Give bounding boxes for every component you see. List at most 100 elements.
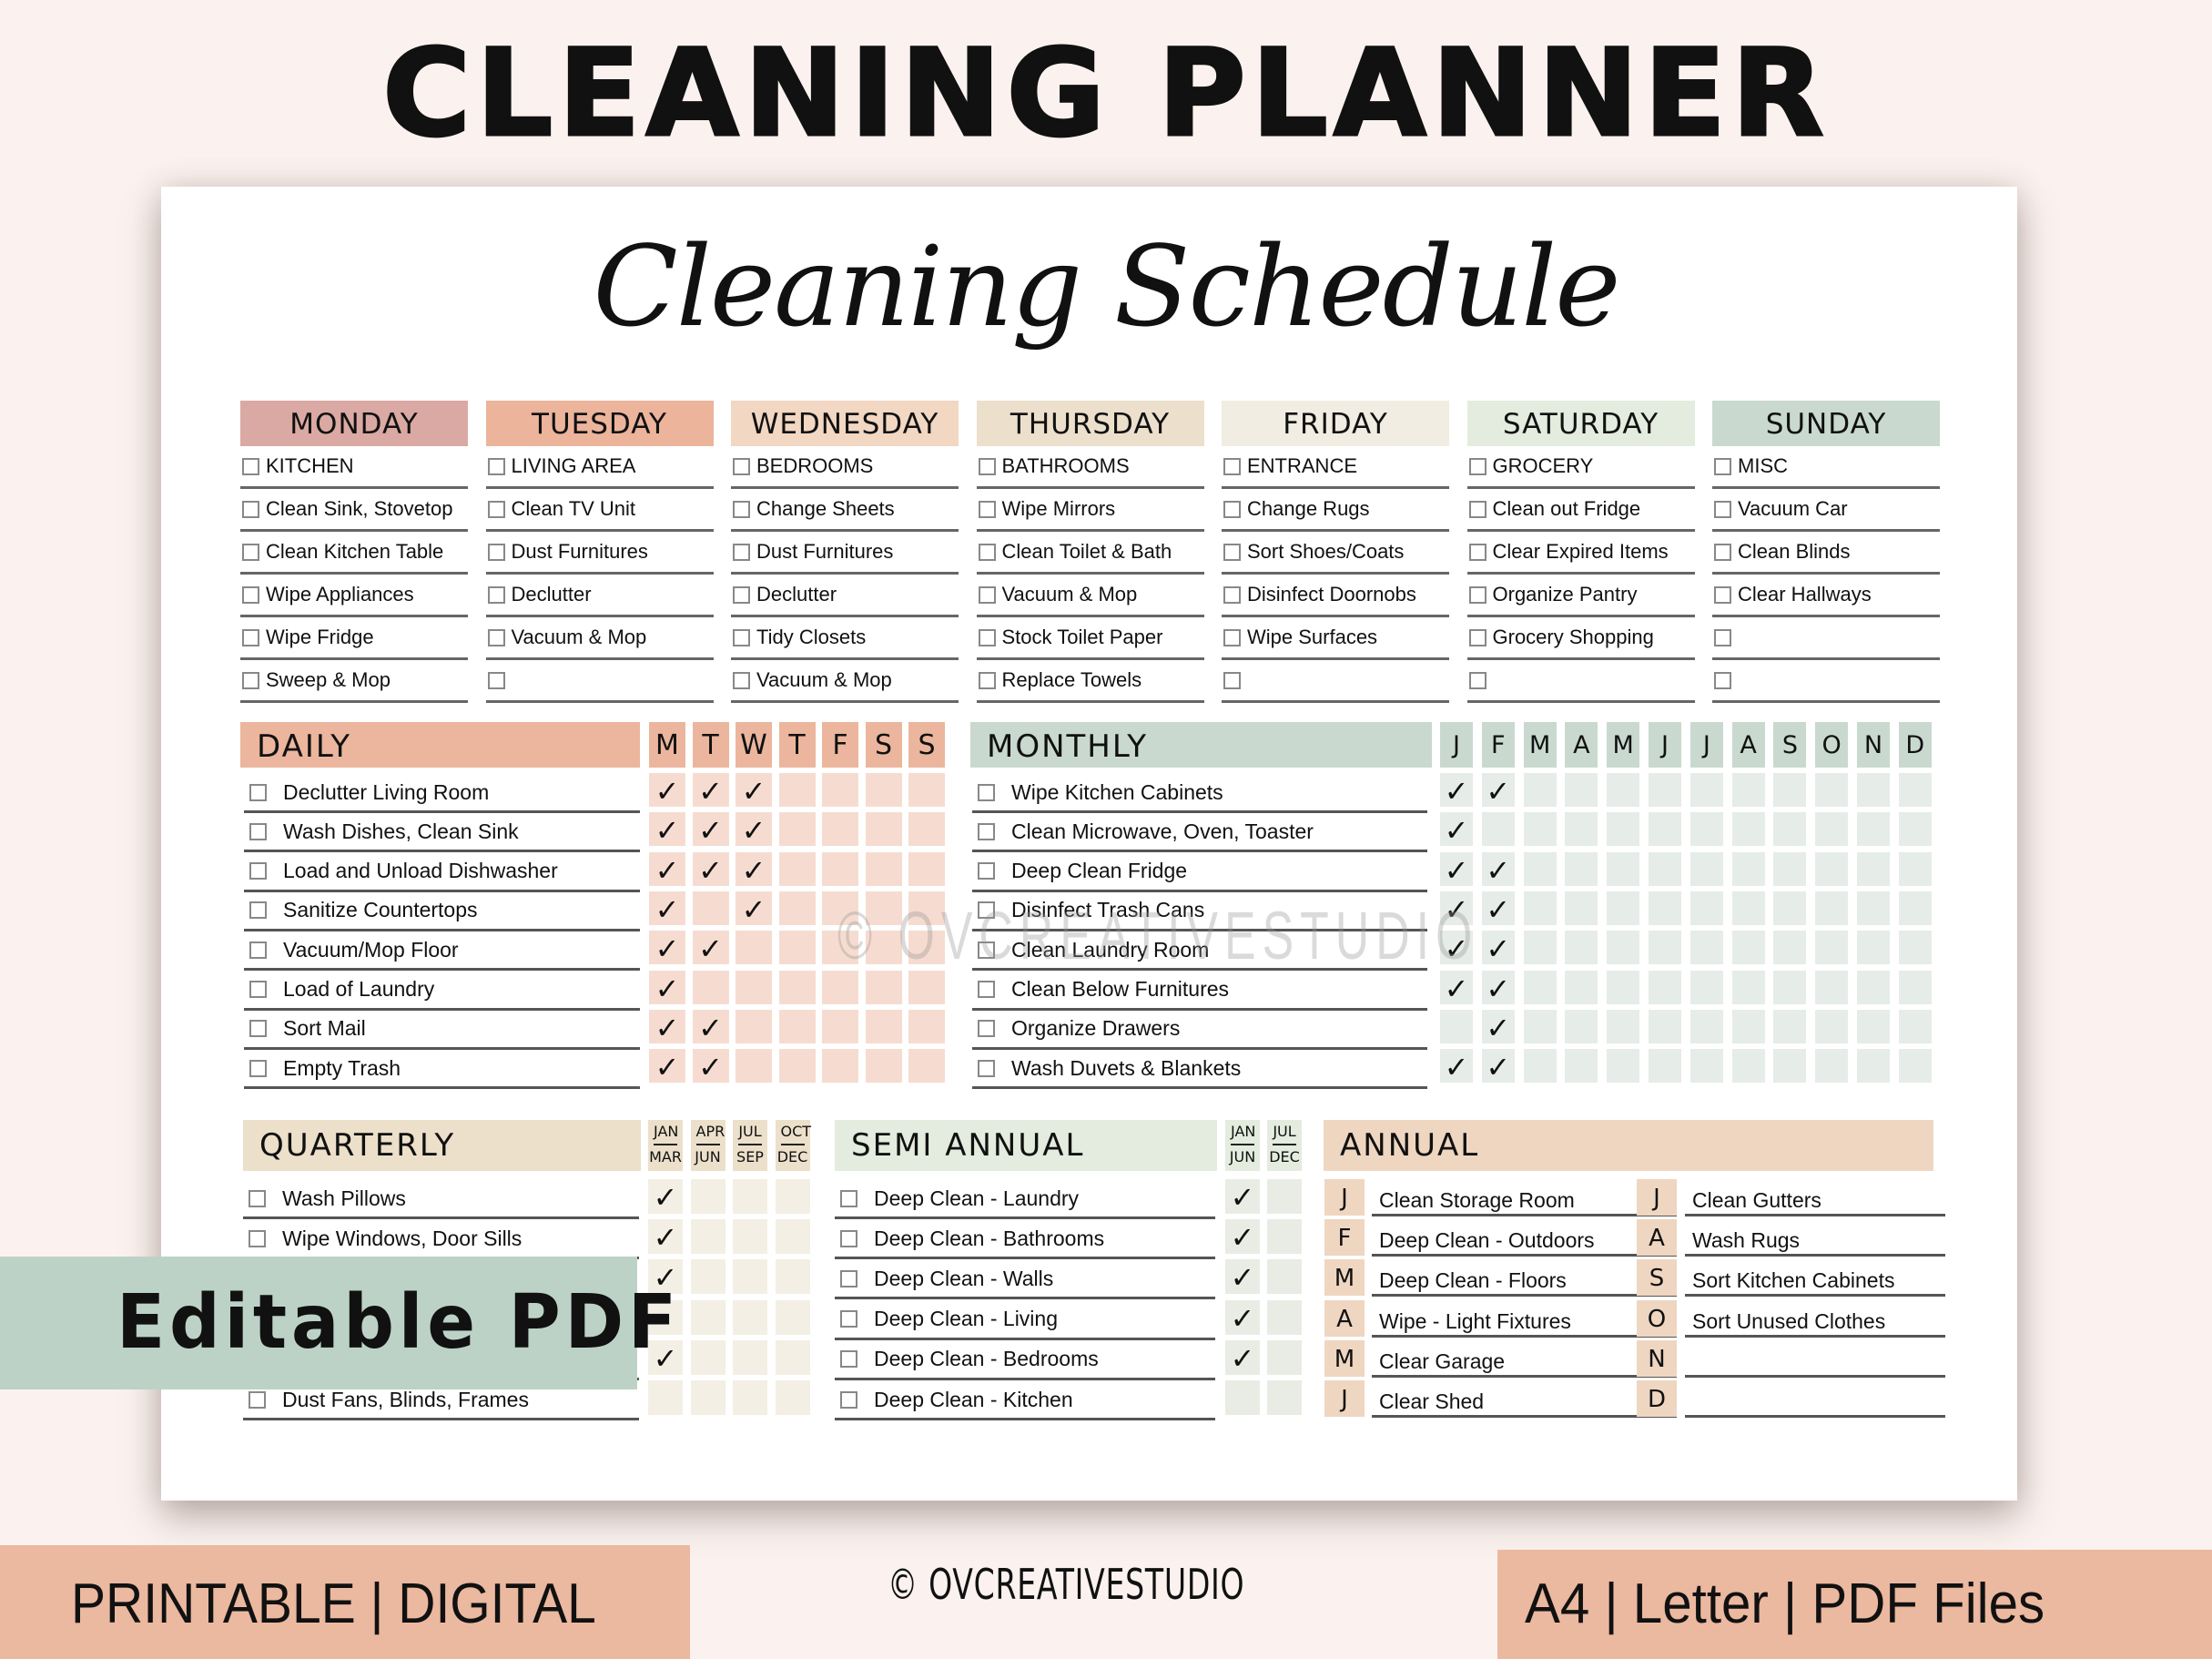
daily-check-cell[interactable] — [908, 812, 945, 847]
monthly-check-cell[interactable]: ✓ — [1481, 1009, 1515, 1045]
semi_annual-check-cell[interactable] — [1267, 1299, 1302, 1335]
checkbox[interactable] — [1468, 457, 1487, 475]
semi_annual-check-cell[interactable]: ✓ — [1225, 1219, 1260, 1255]
monthly-check-cell[interactable] — [1731, 812, 1765, 847]
monthly-check-cell[interactable] — [1731, 1049, 1765, 1084]
checkbox[interactable] — [242, 585, 259, 604]
checkbox[interactable] — [978, 862, 995, 880]
checkbox[interactable] — [840, 1229, 857, 1247]
monthly-check-cell[interactable] — [1773, 931, 1807, 965]
monthly-check-cell[interactable] — [1523, 851, 1557, 886]
annual-task-row[interactable]: Clean Gutters — [1685, 1180, 1945, 1216]
daily-check-cell[interactable] — [865, 851, 902, 886]
checkbox[interactable] — [487, 543, 505, 561]
monthly-check-cell[interactable] — [1731, 891, 1765, 925]
monthly-check-cell[interactable] — [1607, 1009, 1640, 1043]
quarterly-check-cell[interactable] — [775, 1380, 810, 1415]
monthly-check-cell[interactable] — [1689, 773, 1723, 807]
daily-check-cell[interactable] — [822, 970, 858, 1004]
daily-check-cell[interactable] — [736, 1009, 772, 1043]
monthly-check-cell[interactable] — [1523, 1009, 1557, 1043]
monthly-check-cell[interactable] — [1898, 773, 1932, 807]
quarterly-check-cell[interactable] — [690, 1299, 725, 1335]
annual-task-row[interactable]: Sort Unused Clothes — [1685, 1301, 1945, 1338]
checkbox[interactable] — [733, 543, 750, 561]
monthly-check-cell[interactable] — [1815, 812, 1849, 847]
monthly-check-cell[interactable] — [1857, 891, 1890, 925]
daily-check-cell[interactable]: ✓ — [692, 1009, 729, 1045]
daily-check-cell[interactable]: ✓ — [649, 891, 685, 927]
monthly-check-cell[interactable] — [1689, 851, 1723, 886]
checkbox[interactable] — [249, 1390, 266, 1409]
checkbox[interactable] — [487, 628, 505, 646]
checkbox[interactable] — [1223, 671, 1241, 689]
checkbox[interactable] — [249, 981, 267, 998]
daily-check-cell[interactable] — [865, 1009, 902, 1043]
monthly-check-cell[interactable] — [1773, 812, 1807, 847]
checkbox[interactable] — [249, 783, 267, 801]
semi_annual-check-cell[interactable] — [1267, 1259, 1302, 1295]
monthly-check-cell[interactable] — [1815, 773, 1849, 807]
monthly-check-cell[interactable] — [1565, 812, 1598, 847]
monthly-check-cell[interactable] — [1523, 891, 1557, 925]
checkbox[interactable] — [487, 671, 505, 689]
quarterly-check-cell[interactable] — [775, 1339, 810, 1375]
monthly-check-cell[interactable] — [1898, 851, 1932, 886]
monthly-check-cell[interactable] — [1689, 931, 1723, 965]
daily-check-cell[interactable] — [736, 1049, 772, 1084]
monthly-check-cell[interactable] — [1773, 773, 1807, 807]
annual-task-row[interactable]: Clean Storage Room — [1372, 1180, 1677, 1216]
annual-task-row[interactable]: Sort Kitchen Cabinets — [1685, 1260, 1945, 1298]
checkbox[interactable] — [249, 941, 267, 959]
monthly-check-cell[interactable] — [1607, 891, 1640, 925]
monthly-check-cell[interactable] — [1815, 891, 1849, 925]
checkbox[interactable] — [978, 543, 996, 561]
daily-check-cell[interactable] — [692, 970, 729, 1004]
monthly-check-cell[interactable] — [1731, 931, 1765, 965]
monthly-check-cell[interactable] — [1689, 1049, 1723, 1084]
daily-check-cell[interactable] — [778, 812, 816, 847]
semi_annual-check-cell[interactable]: ✓ — [1225, 1299, 1260, 1336]
monthly-check-cell[interactable]: ✓ — [1440, 812, 1473, 848]
checkbox[interactable] — [978, 628, 996, 646]
monthly-check-cell[interactable] — [1773, 1009, 1807, 1043]
monthly-check-cell[interactable] — [1815, 931, 1849, 965]
monthly-check-cell[interactable]: ✓ — [1440, 1049, 1473, 1084]
monthly-check-cell[interactable] — [1649, 851, 1681, 886]
monthly-check-cell[interactable] — [1689, 812, 1723, 847]
monthly-check-cell[interactable] — [1857, 851, 1890, 886]
monthly-check-cell[interactable] — [1649, 891, 1681, 925]
monthly-check-cell[interactable] — [1857, 970, 1890, 1004]
checkbox[interactable] — [1223, 500, 1241, 518]
annual-task-row[interactable]: Deep Clean - Floors — [1372, 1260, 1677, 1298]
semi_annual-check-cell[interactable] — [1267, 1380, 1302, 1415]
semi_annual-check-cell[interactable]: ✓ — [1225, 1179, 1260, 1215]
checkbox[interactable] — [1714, 457, 1731, 475]
daily-check-cell[interactable]: ✓ — [692, 812, 729, 848]
quarterly-check-cell[interactable] — [690, 1219, 725, 1255]
quarterly-check-cell[interactable] — [733, 1259, 767, 1295]
monthly-check-cell[interactable]: ✓ — [1481, 773, 1515, 809]
monthly-check-cell[interactable]: ✓ — [1440, 851, 1473, 888]
monthly-check-cell[interactable]: ✓ — [1481, 970, 1515, 1006]
checkbox[interactable] — [1714, 500, 1731, 518]
semi_annual-check-cell[interactable] — [1267, 1339, 1302, 1375]
annual-task-row[interactable] — [1685, 1341, 1945, 1378]
daily-check-cell[interactable]: ✓ — [649, 851, 685, 888]
daily-check-cell[interactable]: ✓ — [692, 931, 729, 966]
monthly-check-cell[interactable] — [1898, 891, 1932, 925]
monthly-check-cell[interactable] — [1731, 970, 1765, 1004]
daily-check-cell[interactable]: ✓ — [649, 812, 685, 848]
monthly-check-cell[interactable] — [1649, 1009, 1681, 1043]
checkbox[interactable] — [249, 822, 267, 840]
daily-check-cell[interactable] — [822, 851, 858, 886]
checkbox[interactable] — [1223, 628, 1241, 646]
quarterly-check-cell[interactable] — [733, 1339, 767, 1375]
checkbox[interactable] — [978, 500, 996, 518]
checkbox[interactable] — [733, 585, 750, 604]
monthly-check-cell[interactable] — [1649, 931, 1681, 965]
monthly-check-cell[interactable] — [1607, 970, 1640, 1004]
monthly-check-cell[interactable] — [1898, 970, 1932, 1004]
checkbox[interactable] — [1468, 500, 1487, 518]
monthly-check-cell[interactable] — [1731, 1009, 1765, 1043]
